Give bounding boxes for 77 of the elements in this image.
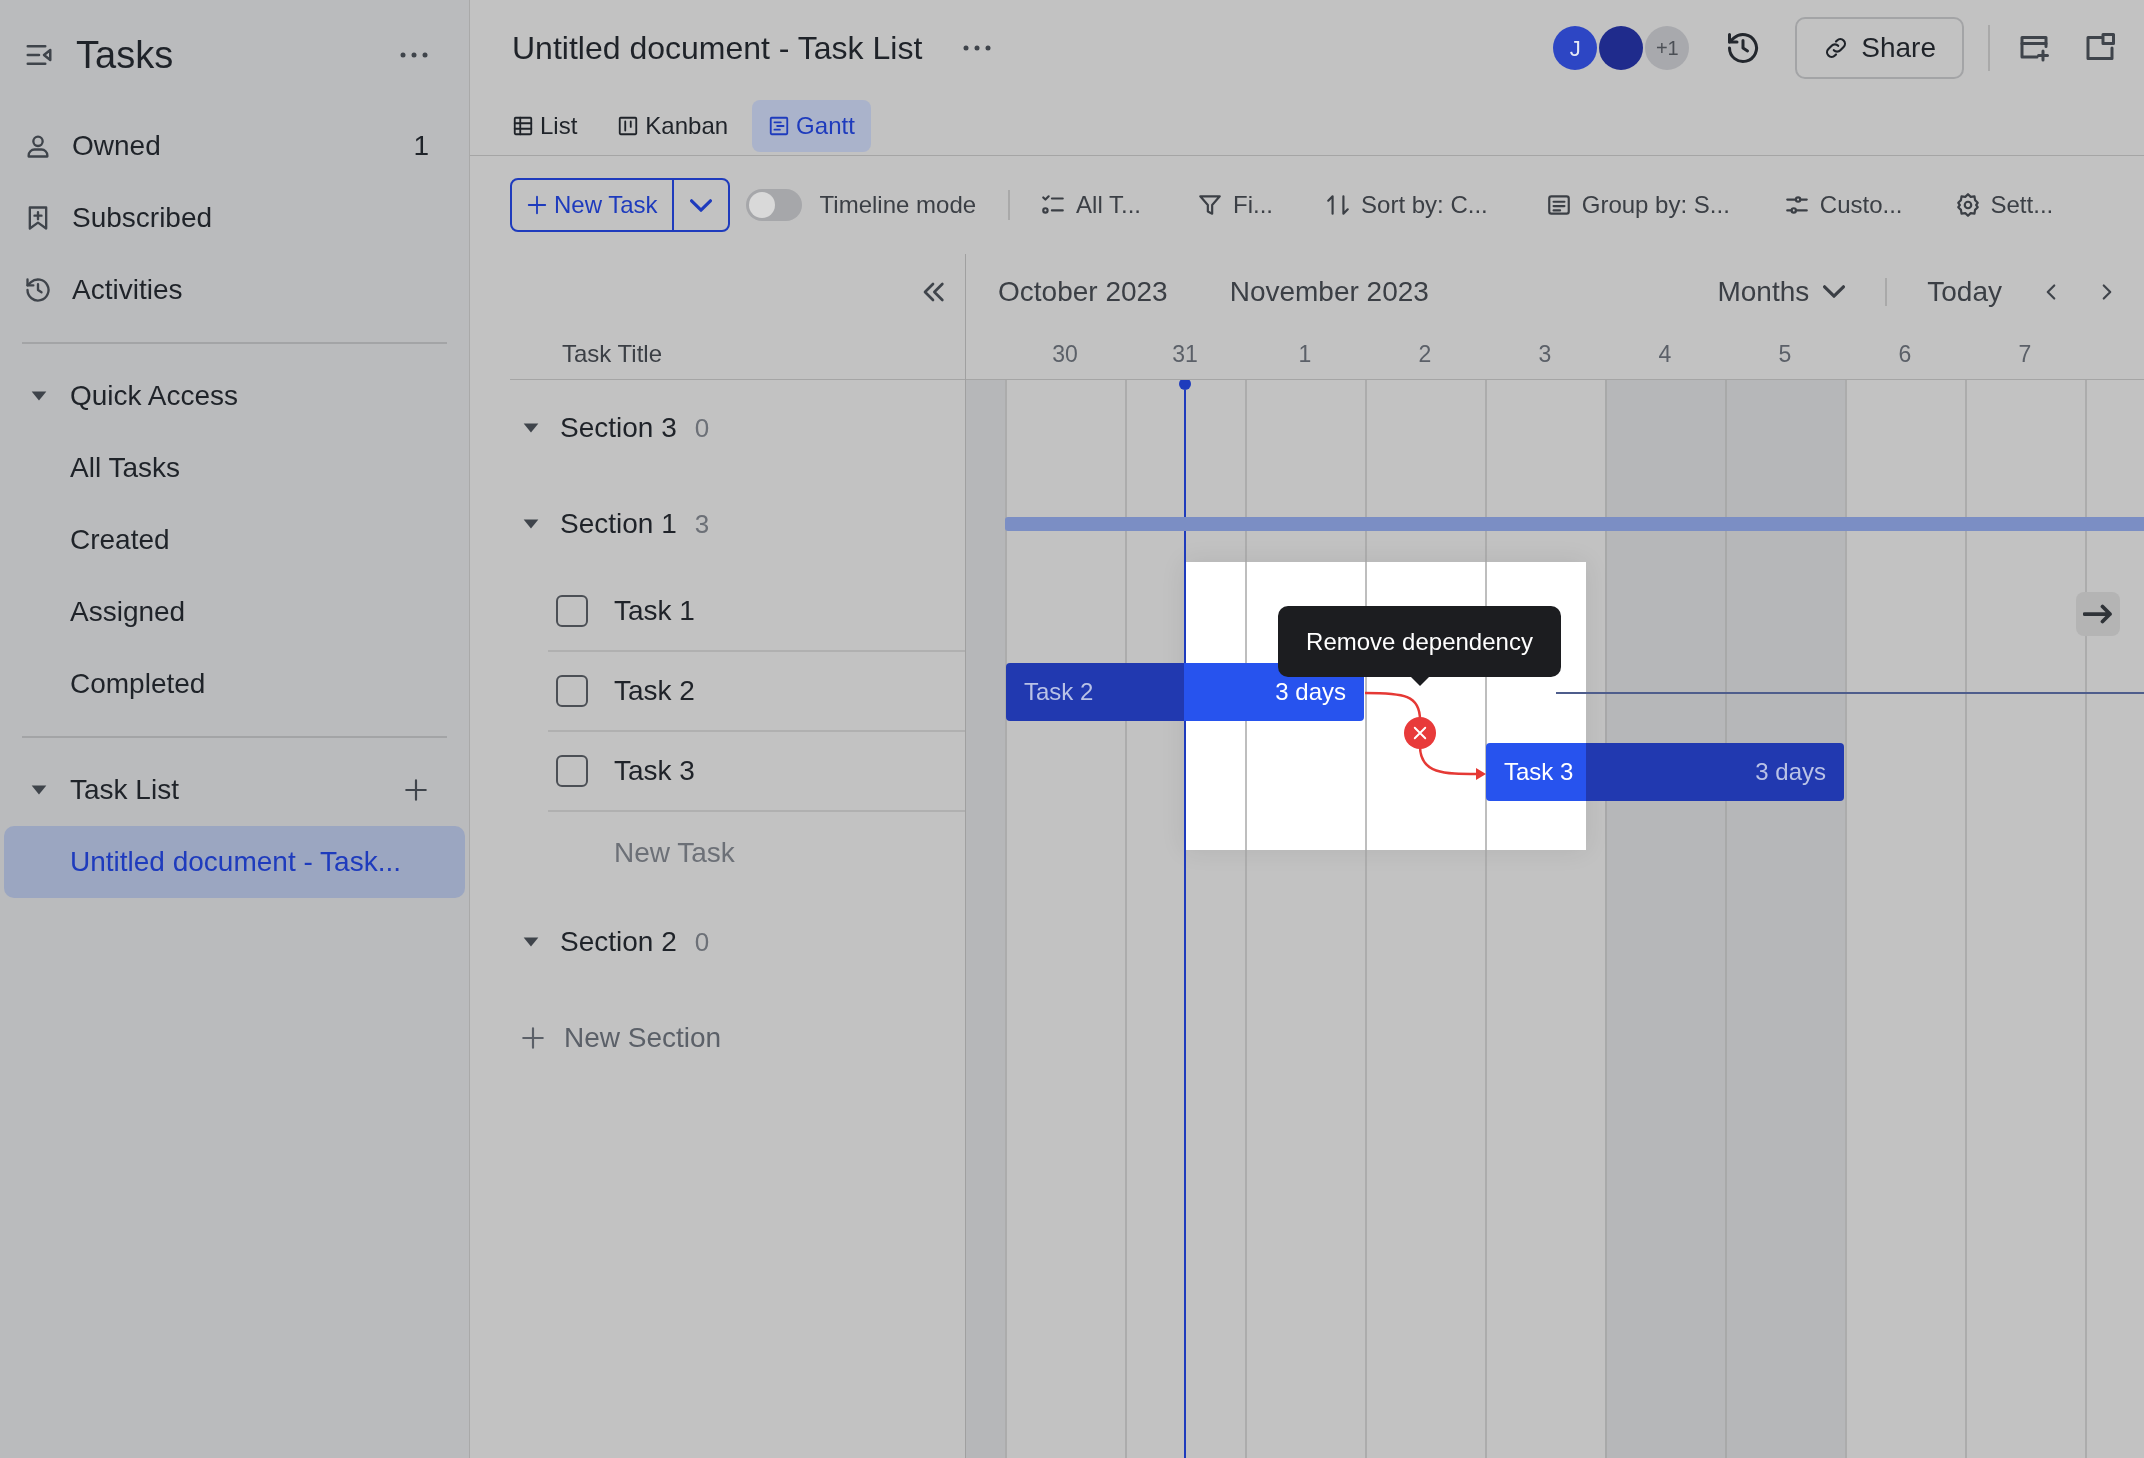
chevron-down-icon bbox=[689, 198, 712, 212]
scroll-to-task-button[interactable] bbox=[2076, 592, 2120, 636]
sidebar-item[interactable]: Created bbox=[0, 504, 469, 576]
day-label: 1 bbox=[1298, 339, 1312, 369]
more-icon[interactable] bbox=[962, 44, 993, 52]
timeline-toggle[interactable] bbox=[745, 189, 802, 221]
kanban-icon bbox=[617, 114, 640, 137]
toolbar-button[interactable]: Custo... bbox=[1783, 187, 1903, 223]
day-label: 5 bbox=[1778, 339, 1792, 369]
avatar[interactable] bbox=[1599, 26, 1644, 70]
gantt-icon bbox=[768, 114, 791, 137]
sidebar-item[interactable]: Assigned bbox=[0, 576, 469, 648]
scale-dropdown[interactable]: Months bbox=[1717, 270, 1846, 313]
checkbox[interactable] bbox=[556, 675, 588, 707]
sort-icon bbox=[1325, 192, 1352, 218]
document-title: Untitled document - Task List bbox=[512, 29, 923, 68]
month-label: November 2023 bbox=[1229, 274, 1429, 309]
new-section-button[interactable]: New Section bbox=[510, 990, 965, 1086]
toolbar-button[interactable]: All T... bbox=[1040, 187, 1142, 223]
plus-icon bbox=[520, 1025, 546, 1051]
sidebar-item[interactable]: Activities bbox=[0, 254, 469, 326]
plus-icon bbox=[526, 194, 548, 216]
history-icon bbox=[24, 276, 52, 304]
day-label: 30 bbox=[1052, 339, 1078, 369]
month-label: October 2023 bbox=[998, 274, 1168, 309]
chevron-down-icon bbox=[1823, 285, 1846, 299]
group-title[interactable]: Quick Access bbox=[70, 375, 239, 417]
section-count: 0 bbox=[694, 925, 710, 959]
share-button[interactable]: Share bbox=[1795, 17, 1964, 79]
view-tab[interactable]: List bbox=[496, 99, 594, 152]
toolbar-button[interactable]: Sort by: C... bbox=[1325, 187, 1488, 223]
checkbox[interactable] bbox=[556, 595, 588, 627]
arrow-right-icon bbox=[2083, 604, 2113, 624]
list-icon bbox=[1545, 192, 1572, 218]
task-title[interactable]: Task 1 bbox=[614, 590, 695, 632]
toolbar-button[interactable]: Sett... bbox=[1954, 187, 2054, 223]
section-count: 0 bbox=[694, 411, 710, 445]
checkbox[interactable] bbox=[556, 755, 588, 787]
section-title: Section 1 bbox=[560, 507, 677, 541]
view-tab[interactable]: Gantt bbox=[752, 99, 871, 152]
filter-icon bbox=[1197, 192, 1224, 218]
section-title: Section 2 bbox=[560, 925, 677, 959]
day-label: 4 bbox=[1658, 339, 1672, 369]
day-label: 31 bbox=[1172, 339, 1198, 369]
task-title[interactable]: Task 2 bbox=[614, 670, 695, 712]
day-label: 3 bbox=[1538, 339, 1552, 369]
sidebar-item[interactable]: All Tasks bbox=[0, 432, 469, 504]
task-title[interactable]: Task 3 bbox=[614, 750, 695, 792]
toggle-label: Timeline mode bbox=[819, 190, 977, 220]
group-title[interactable]: Task List bbox=[70, 769, 179, 811]
dependency-arrow[interactable] bbox=[1364, 691, 1486, 780]
section-title: Section 3 bbox=[560, 411, 677, 445]
more-members-badge[interactable]: +1 bbox=[1645, 26, 1690, 70]
section-count: 3 bbox=[694, 507, 710, 541]
day-label: 6 bbox=[1898, 339, 1912, 369]
sidebar-item[interactable]: Untitled document - Task... bbox=[4, 826, 465, 898]
sidebar-title: Tasks bbox=[76, 32, 174, 78]
sidebar-item[interactable]: Subscribed bbox=[0, 182, 469, 254]
tooltip: Remove dependency bbox=[1278, 606, 1561, 677]
view-tab[interactable]: Kanban bbox=[601, 99, 745, 152]
table-icon bbox=[512, 114, 534, 137]
add-icon[interactable] bbox=[403, 777, 429, 803]
toolbar-button[interactable]: Group by: S... bbox=[1545, 187, 1730, 223]
more-icon[interactable] bbox=[399, 51, 429, 59]
settings-icon bbox=[1954, 192, 1981, 218]
toolbar-button[interactable]: Fi... bbox=[1197, 187, 1274, 223]
task-bar[interactable]: Task 3 3 days bbox=[1486, 743, 1844, 801]
tooltip-tail bbox=[1410, 676, 1430, 686]
column-header: Task Title bbox=[562, 339, 663, 370]
day-label: 7 bbox=[2018, 339, 2032, 369]
close-icon bbox=[1411, 724, 1429, 742]
task-bar[interactable]: Task 2 3 days bbox=[1006, 663, 1364, 721]
sidebar-item[interactable]: Owned 1 bbox=[0, 110, 469, 182]
today-button[interactable]: Today bbox=[1927, 270, 2002, 313]
avatar[interactable]: J bbox=[1553, 26, 1598, 70]
day-label: 2 bbox=[1418, 339, 1432, 369]
sidebar-item[interactable]: Completed bbox=[0, 648, 469, 720]
